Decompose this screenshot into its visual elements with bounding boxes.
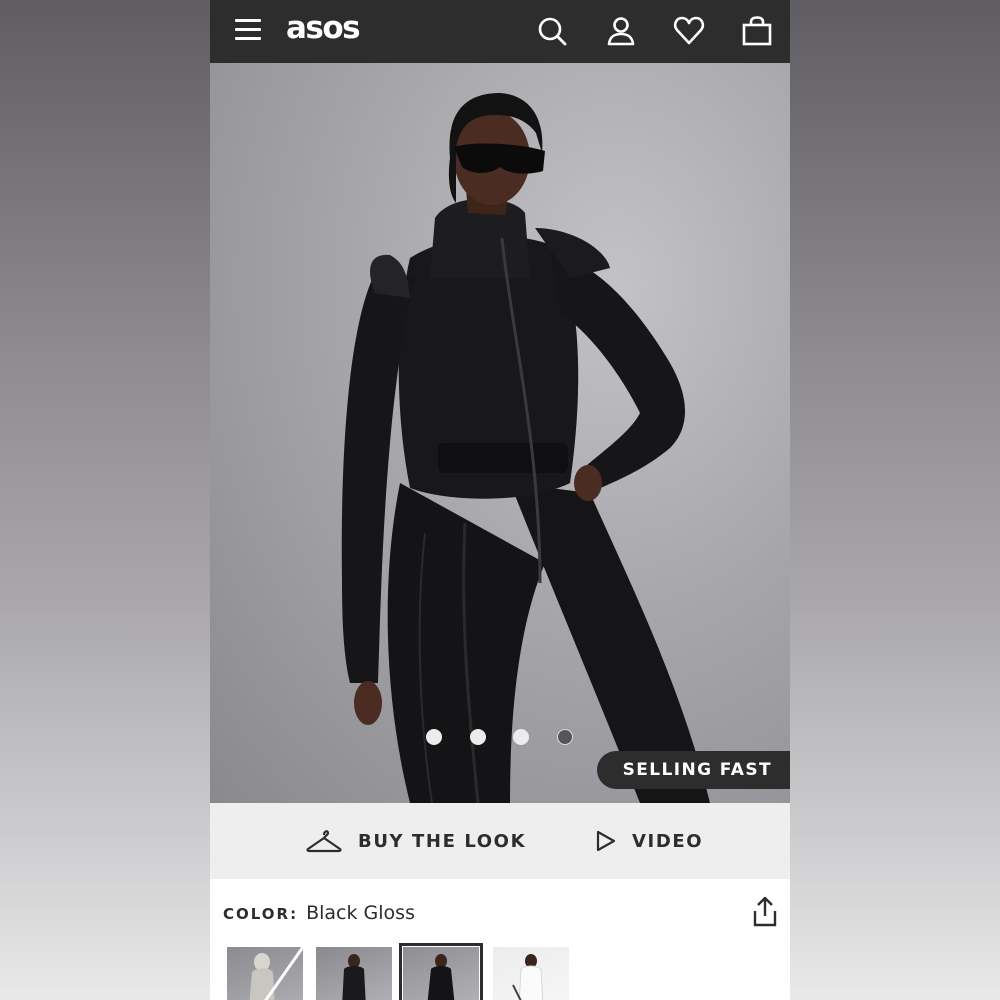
heart-icon[interactable] <box>672 14 706 48</box>
color-label: COLOR: <box>223 905 299 923</box>
color-selector-label: COLOR: Black Gloss <box>223 902 415 924</box>
carousel-dot-1[interactable] <box>426 729 442 745</box>
product-page: asos SELLING FAST BUY THE LOOK VIDEO COL… <box>210 0 790 1000</box>
video-button[interactable]: VIDEO <box>596 825 703 857</box>
buy-the-look-label: BUY THE LOOK <box>358 830 527 852</box>
carousel-dot-4[interactable] <box>557 729 573 745</box>
color-swatch-white[interactable] <box>493 947 569 1000</box>
color-swatch-black-gloss-selected[interactable] <box>399 943 483 1000</box>
product-photo-model-in-black-ski-suit <box>341 93 710 803</box>
hamburger-menu-icon[interactable] <box>235 19 261 41</box>
top-navigation-bar: asos <box>210 0 790 63</box>
video-label: VIDEO <box>632 830 704 852</box>
carousel-dot-2[interactable] <box>470 729 486 745</box>
account-icon[interactable] <box>604 14 638 48</box>
play-icon <box>596 830 616 852</box>
product-image-carousel[interactable]: SELLING FAST <box>210 63 790 803</box>
asos-logo[interactable]: asos <box>286 10 361 46</box>
search-icon[interactable] <box>535 14 569 48</box>
color-swatch-grey-unavailable[interactable] <box>227 947 303 1000</box>
share-icon[interactable] <box>752 896 778 928</box>
bag-icon[interactable] <box>740 14 774 48</box>
selected-color-value: Black Gloss <box>306 902 415 924</box>
carousel-dot-3[interactable] <box>513 729 529 745</box>
selling-fast-badge: SELLING FAST <box>596 751 790 789</box>
carousel-indicator <box>426 729 576 745</box>
buy-the-look-button[interactable]: BUY THE LOOK <box>306 825 526 857</box>
color-swatch-black[interactable] <box>316 947 392 1000</box>
product-actions-bar: BUY THE LOOK VIDEO <box>210 803 790 879</box>
hanger-icon <box>306 830 342 853</box>
